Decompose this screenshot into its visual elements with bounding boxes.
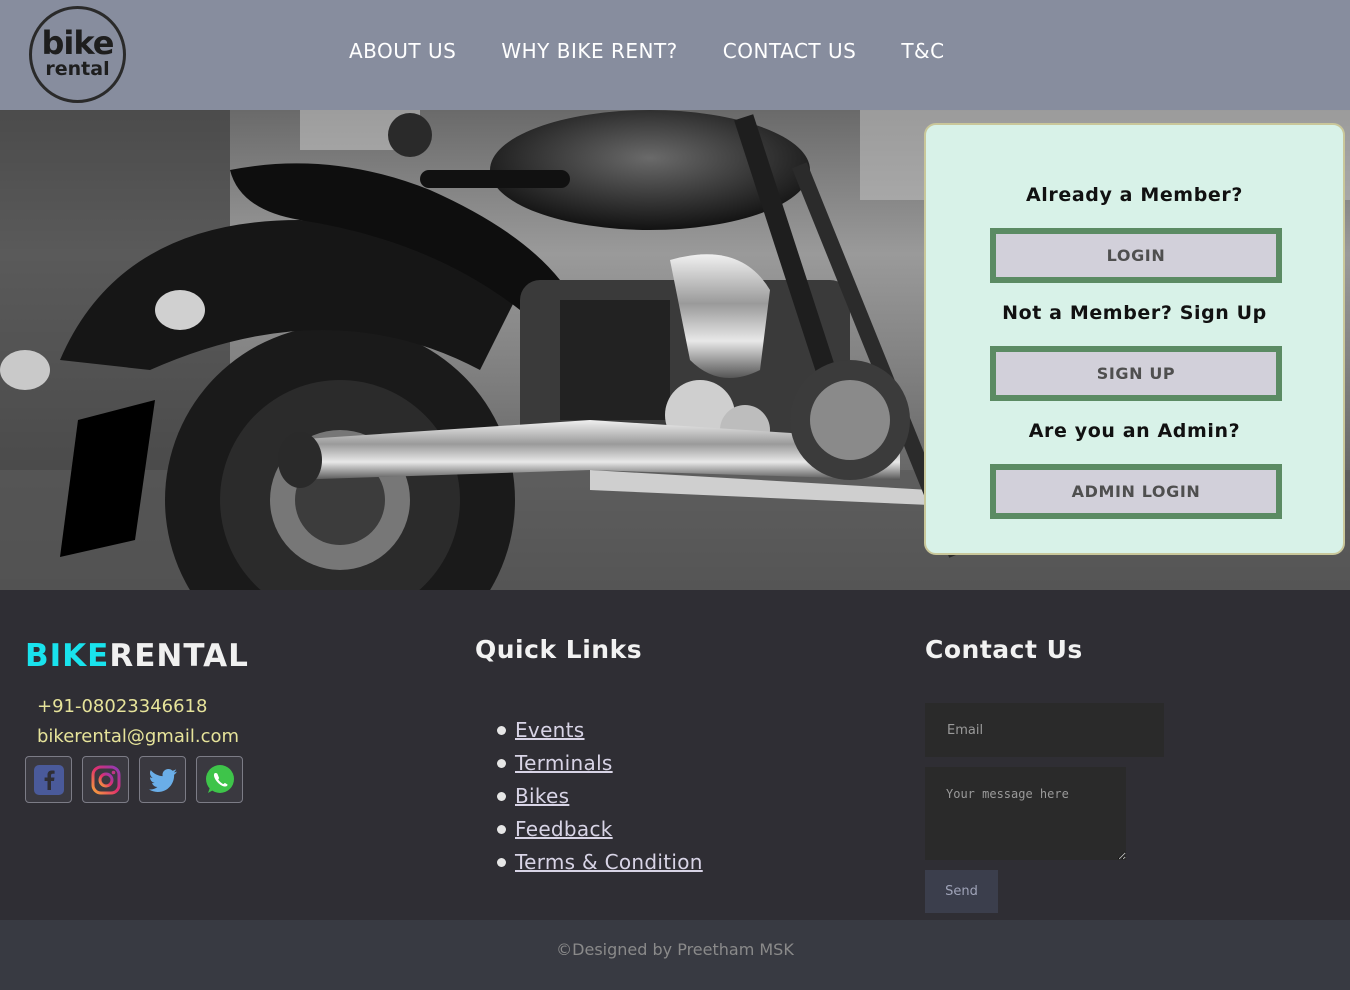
instagram-icon[interactable] — [82, 756, 129, 803]
copyright-text: ©Designed by Preetham MSK — [556, 940, 794, 959]
link-feedback[interactable]: Feedback — [515, 817, 613, 841]
list-item: Terms & Condition — [497, 849, 703, 882]
copyright-bar: ©Designed by Preetham MSK — [0, 920, 1350, 990]
main-nav: ABOUT US WHY BIKE RENT? CONTACT US T&C — [349, 38, 945, 64]
list-item: Terminals — [497, 750, 703, 783]
signup-button[interactable]: SIGN UP — [990, 346, 1282, 401]
footer: BIKERENTAL +91-08023346618 bikerental@gm… — [0, 590, 1350, 920]
send-button[interactable]: Send — [925, 870, 998, 913]
member-heading: Already a Member? — [1025, 184, 1243, 206]
footer-brand: BIKERENTAL — [25, 638, 249, 674]
list-item: Bikes — [497, 783, 703, 816]
brand-rental: RENTAL — [109, 638, 249, 674]
footer-email: bikerental@gmail.com — [37, 726, 240, 747]
nav-about-us[interactable]: ABOUT US — [349, 38, 456, 64]
link-terms-condition[interactable]: Terms & Condition — [515, 850, 703, 874]
list-item: Feedback — [497, 816, 703, 849]
site-logo[interactable]: bike rental — [29, 6, 126, 103]
signup-heading: Not a Member? Sign Up — [1002, 302, 1267, 324]
email-field[interactable] — [925, 703, 1164, 757]
admin-heading: Are you an Admin? — [1028, 420, 1241, 442]
twitter-icon[interactable] — [139, 756, 186, 803]
nav-terms[interactable]: T&C — [901, 38, 944, 64]
quick-links-title: Quick Links — [475, 635, 643, 664]
quick-links-list: Events Terminals Bikes Feedback Terms & … — [497, 717, 703, 882]
nav-contact-us[interactable]: CONTACT US — [723, 38, 857, 64]
whatsapp-icon[interactable] — [196, 756, 243, 803]
link-terminals[interactable]: Terminals — [515, 751, 613, 775]
nav-why-bike-rent[interactable]: WHY BIKE RENT? — [501, 38, 677, 64]
footer-phone: +91-08023346618 — [37, 696, 208, 717]
link-events[interactable]: Events — [515, 718, 585, 742]
message-field[interactable] — [925, 767, 1126, 860]
facebook-icon[interactable] — [25, 756, 72, 803]
member-login-card: Already a Member? LOGIN Not a Member? Si… — [924, 123, 1345, 555]
link-bikes[interactable]: Bikes — [515, 784, 569, 808]
header: bike rental ABOUT US WHY BIKE RENT? CONT… — [0, 0, 1350, 110]
brand-bike: BIKE — [25, 638, 110, 674]
logo-text-rental: rental — [45, 58, 110, 80]
contact-us-title: Contact Us — [925, 635, 1083, 664]
admin-login-button[interactable]: ADMIN LOGIN — [990, 464, 1282, 519]
login-button[interactable]: LOGIN — [990, 228, 1282, 283]
list-item: Events — [497, 717, 703, 750]
logo-text-bike: bike — [41, 24, 115, 62]
